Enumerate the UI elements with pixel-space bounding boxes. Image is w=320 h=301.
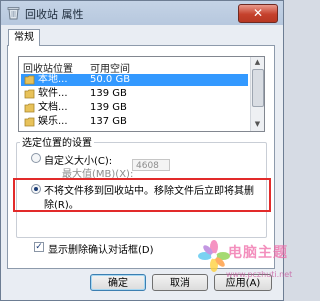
list-item-space: 50.0 GB: [90, 74, 131, 85]
list-item[interactable]: 本地... 50.0 GB: [21, 74, 248, 86]
delete-immediately-label[interactable]: 不将文件移到回收站中。移除文件后立即将其删: [44, 182, 254, 197]
delete-immediately-label-cont[interactable]: 除(R)。: [44, 196, 79, 211]
scroll-down-icon[interactable]: ▼: [253, 120, 262, 129]
cancel-button[interactable]: 取消: [152, 274, 208, 291]
scroll-up-icon[interactable]: ▲: [253, 58, 262, 67]
list-item-space: 139 GB: [90, 102, 127, 113]
column-header-location[interactable]: 回收站位置: [23, 60, 73, 75]
drive-icon: [24, 103, 35, 113]
confirm-dialog-label[interactable]: 显示删除确认对话框(D): [48, 241, 154, 256]
list-item-name: 娱乐...: [38, 116, 68, 127]
drive-icon: [24, 89, 35, 99]
checkmark-icon: ✓: [35, 242, 43, 252]
close-icon: ✕: [252, 6, 264, 20]
window-title: 回收站 属性: [25, 8, 84, 21]
delete-immediately-radio[interactable]: [31, 184, 41, 194]
apply-button[interactable]: 应用(A): [214, 274, 272, 291]
list-item-name: 文档...: [38, 102, 68, 113]
list-item[interactable]: 软件... 139 GB: [21, 88, 248, 100]
list-item-space: 139 GB: [90, 88, 127, 99]
title-bar[interactable]: 回收站 属性 ✕: [1, 1, 283, 25]
list-item-name: 本地...: [38, 74, 68, 85]
recycle-bin-location-list[interactable]: 回收站位置 可用空间 本地... 50.0 GB 软件... 139 GB 文档…: [18, 56, 265, 132]
scroll-thumb[interactable]: [252, 69, 264, 107]
tab-general[interactable]: 常规: [8, 29, 40, 46]
list-item-name: 软件...: [38, 88, 68, 99]
recycle-bin-icon: [7, 7, 20, 20]
list-item[interactable]: 娱乐... 137 GB: [21, 116, 248, 128]
max-size-input[interactable]: 4608: [132, 159, 170, 171]
custom-size-radio[interactable]: [31, 153, 41, 163]
list-item[interactable]: 文档... 139 GB: [21, 102, 248, 114]
settings-group-legend: 选定位置的设置: [20, 134, 94, 149]
column-header-space[interactable]: 可用空间: [90, 60, 130, 75]
close-button[interactable]: ✕: [238, 4, 278, 23]
list-scrollbar[interactable]: ▲ ▼: [250, 57, 264, 131]
confirm-dialog-checkbox[interactable]: ✓: [34, 242, 44, 252]
ok-button[interactable]: 确定: [90, 274, 146, 291]
drive-icon: [24, 117, 35, 127]
list-item-space: 137 GB: [90, 116, 127, 127]
drive-icon: [24, 75, 35, 85]
